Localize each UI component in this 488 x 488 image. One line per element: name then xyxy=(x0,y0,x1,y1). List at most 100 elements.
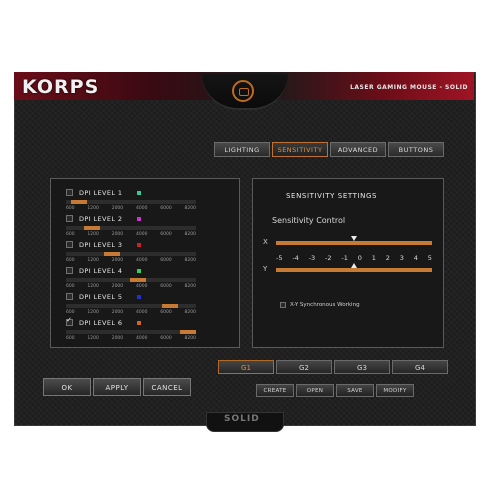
dpi-color-swatch[interactable] xyxy=(137,320,141,325)
dpi-tick-label: 4000 xyxy=(135,336,148,341)
dpi-color-swatch[interactable] xyxy=(137,268,141,273)
dpi-level-slider[interactable] xyxy=(66,330,196,334)
dpi-level-slider[interactable] xyxy=(66,304,196,308)
product-name: LASER GAMING MOUSE - SOLID xyxy=(350,84,468,91)
tab-buttons[interactable]: BUTTONS xyxy=(388,142,444,157)
tab-sensitivity[interactable]: SENSITIVITY xyxy=(272,142,328,157)
scale-tick: 3 xyxy=(399,254,404,262)
dpi-tick-label: 2000 xyxy=(111,284,124,289)
dpi-ticks: 600 1200 2000 4000 6000 8200 xyxy=(66,232,196,237)
dpi-tick-label: 4000 xyxy=(135,258,148,263)
dpi-slider-handle[interactable] xyxy=(129,278,146,282)
dpi-ticks: 600 1200 2000 4000 6000 8200 xyxy=(66,284,196,289)
dpi-level-row: DPI LEVEL 3 600 1200 2000 4000 6000 8200 xyxy=(66,240,196,263)
dpi-tick-label: 6000 xyxy=(160,206,172,211)
profile-tab-g4[interactable]: G4 xyxy=(392,360,448,374)
dpi-level-header: DPI LEVEL 4 xyxy=(66,266,196,275)
profile-actions: CREATE OPEN SAVE MODIFY xyxy=(256,384,414,397)
dpi-level-row: DPI LEVEL 1 600 1200 2000 4000 6000 8200 xyxy=(66,188,196,211)
dpi-ticks: 600 1200 2000 4000 6000 8200 xyxy=(66,336,196,341)
dpi-level-checkbox[interactable] xyxy=(66,241,73,248)
dpi-level-label: DPI LEVEL 3 xyxy=(79,240,123,249)
dpi-level-header: DPI LEVEL 6 xyxy=(66,316,196,327)
x-slider-thumb[interactable] xyxy=(351,236,357,241)
dpi-tick-label: 6000 xyxy=(160,336,172,341)
y-slider-thumb[interactable] xyxy=(351,263,357,268)
cancel-button[interactable]: CANCEL xyxy=(143,378,191,396)
dpi-tick-label: 2000 xyxy=(111,258,124,263)
y-axis-label: Y xyxy=(263,265,268,273)
x-sensitivity-slider[interactable] xyxy=(276,241,432,245)
create-button[interactable]: CREATE xyxy=(256,384,294,397)
dpi-slider-handle[interactable] xyxy=(84,226,100,230)
dpi-level-slider[interactable] xyxy=(66,278,196,282)
sync-label: X-Y Synchronous Working xyxy=(290,302,360,308)
dpi-slider-handle[interactable] xyxy=(180,330,196,334)
dpi-level-header: DPI LEVEL 1 xyxy=(66,188,196,197)
profile-tab-g3[interactable]: G3 xyxy=(334,360,390,374)
dpi-tick-label: 6000 xyxy=(160,284,172,289)
dpi-color-swatch[interactable] xyxy=(137,190,141,195)
save-button[interactable]: SAVE xyxy=(336,384,374,397)
main-tabs: LIGHTING SENSITIVITY ADVANCED BUTTONS xyxy=(214,142,444,157)
open-button[interactable]: OPEN xyxy=(296,384,334,397)
dpi-tick-label: 8200 xyxy=(184,284,196,289)
dpi-slider-handle[interactable] xyxy=(162,304,178,308)
sensitivity-title: SENSITIVITY SETTINGS xyxy=(286,192,378,200)
dpi-color-swatch[interactable] xyxy=(137,242,141,247)
dpi-tick-label: 4000 xyxy=(135,310,148,315)
brand-logo: KORPS xyxy=(22,76,100,98)
scale-tick: -5 xyxy=(276,254,283,262)
dpi-level-slider[interactable] xyxy=(66,252,196,256)
dpi-tick-label: 4000 xyxy=(135,232,148,237)
bottom-logo: SOLID xyxy=(224,414,260,424)
scale-tick: 2 xyxy=(385,254,390,262)
dpi-ticks: 600 1200 2000 4000 6000 8200 xyxy=(66,206,196,211)
dpi-level-checkbox[interactable] xyxy=(66,267,73,274)
ok-button[interactable]: OK xyxy=(43,378,91,396)
dpi-level-checkbox[interactable] xyxy=(66,293,73,300)
dpi-level-header: DPI LEVEL 5 xyxy=(66,292,196,301)
y-sensitivity-slider[interactable] xyxy=(276,268,432,272)
dpi-tick-label: 2000 xyxy=(111,206,124,211)
scale-tick: 4 xyxy=(413,254,418,262)
sync-checkbox[interactable] xyxy=(280,302,286,308)
sensitivity-scale: -5 -4 -3 -2 -1 0 1 2 3 4 5 xyxy=(276,254,432,262)
dpi-tick-label: 2000 xyxy=(111,232,124,237)
dpi-color-swatch[interactable] xyxy=(137,294,141,299)
dpi-level-checkbox[interactable] xyxy=(66,316,73,326)
dpi-level-checkbox[interactable] xyxy=(66,189,73,196)
dpi-level-row: DPI LEVEL 6 600 1200 2000 4000 6000 8200 xyxy=(66,316,196,341)
profile-tab-g1[interactable]: G1 xyxy=(218,360,274,374)
dpi-tick-label: 8200 xyxy=(184,258,196,263)
dpi-tick-label: 4000 xyxy=(135,284,148,289)
profile-tab-g2[interactable]: G2 xyxy=(276,360,332,374)
scale-tick: 1 xyxy=(371,254,376,262)
dialog-actions: OK APPLY CANCEL xyxy=(43,378,191,396)
dpi-slider-handle[interactable] xyxy=(103,252,120,256)
dpi-tick-label: 2000 xyxy=(111,336,124,341)
dpi-level-checkbox[interactable] xyxy=(66,215,73,222)
dpi-tick-label: 4000 xyxy=(135,206,148,211)
scale-tick: -3 xyxy=(308,254,316,262)
x-axis-label: X xyxy=(263,238,268,246)
dpi-level-slider[interactable] xyxy=(66,226,196,230)
modify-button[interactable]: MODIFY xyxy=(376,384,414,397)
dpi-level-label: DPI LEVEL 1 xyxy=(79,188,123,197)
sensitivity-subtitle: Sensitivity Control xyxy=(272,216,346,225)
sync-option[interactable]: X-Y Synchronous Working xyxy=(280,302,360,308)
dpi-tick-label: 8200 xyxy=(184,232,196,237)
dpi-level-label: DPI LEVEL 6 xyxy=(79,318,123,327)
dpi-tick-label: 600 xyxy=(66,258,75,263)
dpi-color-swatch[interactable] xyxy=(137,216,141,221)
tab-advanced[interactable]: ADVANCED xyxy=(330,142,386,157)
dpi-tick-label: 600 xyxy=(66,310,75,315)
sensitivity-panel xyxy=(252,178,444,348)
apply-button[interactable]: APPLY xyxy=(93,378,141,396)
dpi-level-slider[interactable] xyxy=(66,200,196,204)
tab-lighting[interactable]: LIGHTING xyxy=(214,142,270,157)
dpi-level-row: DPI LEVEL 2 600 1200 2000 4000 6000 8200 xyxy=(66,214,196,237)
dpi-slider-handle[interactable] xyxy=(71,200,87,204)
dpi-level-label: DPI LEVEL 4 xyxy=(79,266,123,275)
dpi-tick-label: 2000 xyxy=(111,310,124,315)
